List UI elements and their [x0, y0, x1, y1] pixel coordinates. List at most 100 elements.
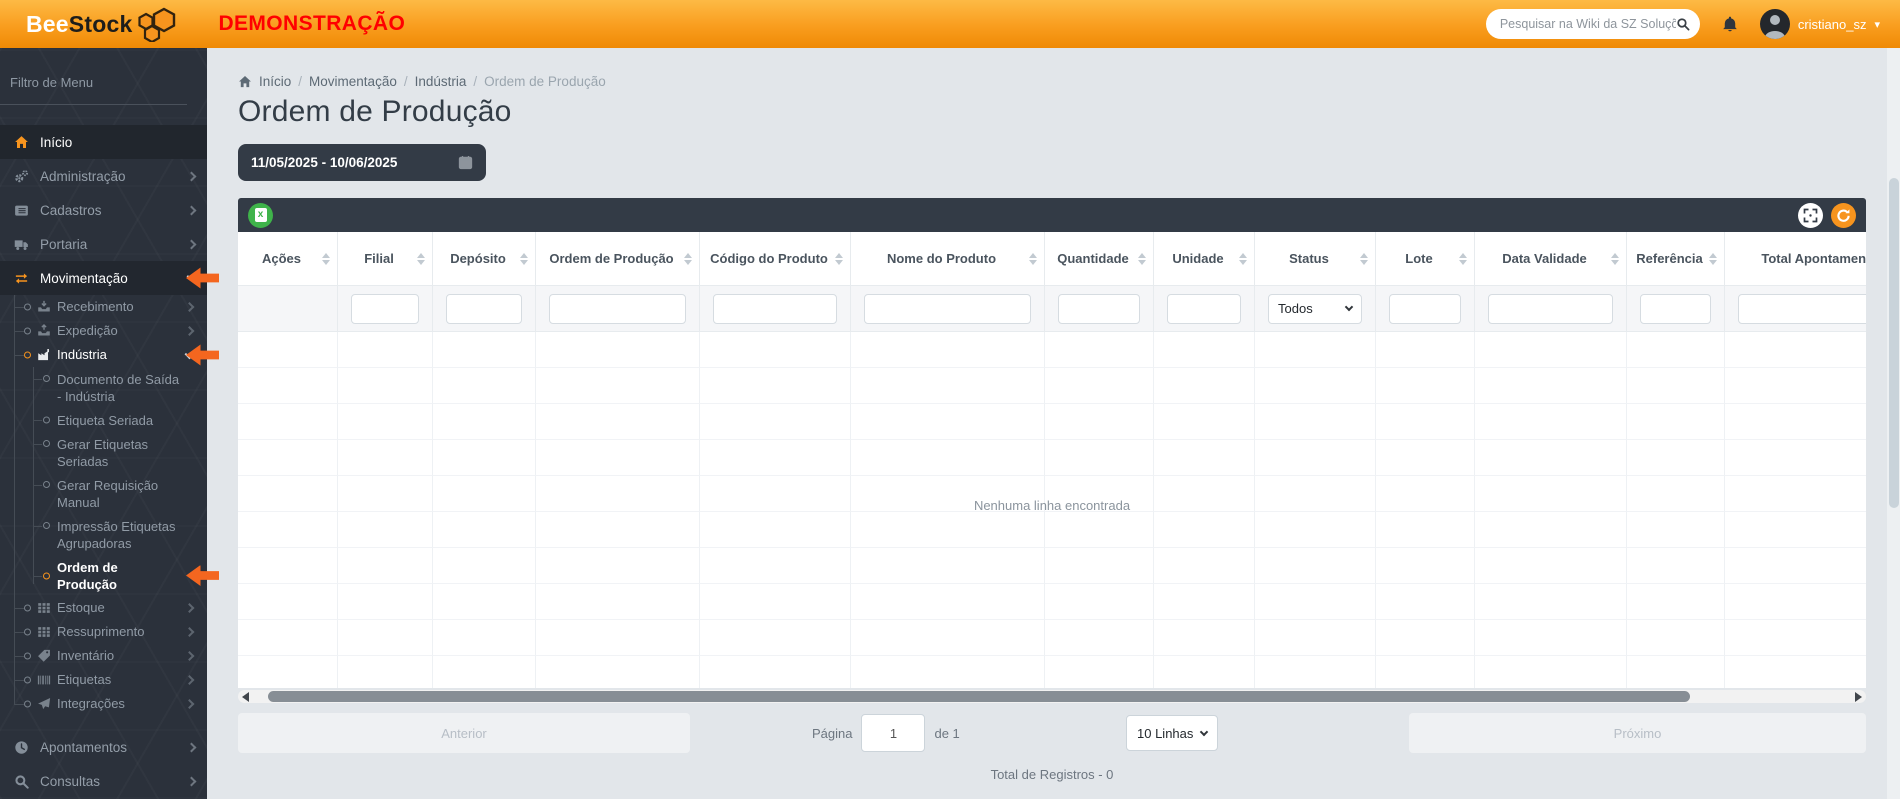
sidebar-item-portaria[interactable]: Portaria [0, 227, 207, 261]
horizontal-scrollbar[interactable] [238, 690, 1866, 703]
notifications-bell-icon[interactable] [1720, 14, 1740, 34]
empty-cell [1045, 620, 1154, 656]
breadcrumb-inicio[interactable]: Início [259, 74, 291, 89]
sidebar-item-etiqueta-seriada[interactable]: Etiqueta Seriada [0, 408, 207, 432]
column-header-status[interactable]: Status [1255, 232, 1376, 286]
column-header-deposito[interactable]: Depósito [433, 232, 536, 286]
filter-input-unidade[interactable] [1167, 293, 1241, 324]
search-icon[interactable] [1676, 17, 1690, 31]
beestock-logo[interactable]: Bee Stock [26, 6, 178, 42]
empty-cell [1154, 512, 1255, 548]
horizontal-scrollbar-thumb[interactable] [268, 691, 1690, 702]
sort-icon[interactable] [1459, 252, 1467, 265]
sort-icon[interactable] [1360, 252, 1368, 265]
sidebar-item-recebimento[interactable]: Recebimento [0, 295, 207, 319]
sidebar-item-consultas[interactable]: Consultas [0, 764, 207, 798]
empty-cell [1045, 476, 1154, 512]
sort-icon[interactable] [1138, 252, 1146, 265]
column-header-unidade[interactable]: Unidade [1154, 232, 1255, 286]
sidebar-item-label: Gerar Requisição Manual [57, 477, 159, 510]
column-header-acoes[interactable]: Ações [238, 232, 338, 286]
sidebar-item-ressuprimento[interactable]: Ressuprimento [0, 620, 207, 644]
sidebar-item-estoque[interactable]: Estoque [0, 596, 207, 620]
sort-icon[interactable] [417, 252, 425, 265]
sort-icon[interactable] [1029, 252, 1037, 265]
table-row [238, 332, 1866, 368]
sidebar-item-movimentacao[interactable]: Movimentação [0, 261, 219, 295]
filter-input-referencia[interactable] [1640, 293, 1711, 324]
sidebar-item-impressao-etiquetas-agrupadoras[interactable]: Impressão Etiquetas Agrupadoras [0, 514, 207, 555]
column-header-filial[interactable]: Filial [338, 232, 433, 286]
empty-cell [1154, 584, 1255, 620]
sidebar-item-etiquetas[interactable]: Etiquetas [0, 668, 207, 692]
bullet-icon [24, 700, 31, 708]
fullscreen-button[interactable] [1798, 202, 1823, 228]
column-header-data-validade[interactable]: Data Validade [1475, 232, 1627, 286]
scroll-right-arrow-icon[interactable] [1855, 691, 1862, 702]
empty-cell [1376, 368, 1475, 404]
empty-cell [238, 548, 338, 584]
column-header-ordem-de-producao[interactable]: Ordem de Produção [536, 232, 700, 286]
empty-cell [238, 404, 338, 440]
filter-input-filial[interactable] [351, 293, 419, 324]
filter-input-deposito[interactable] [446, 293, 522, 324]
filter-input-data-validade[interactable] [1488, 293, 1613, 324]
sidebar-item-administracao[interactable]: Administração [0, 159, 207, 193]
sort-icon[interactable] [1709, 252, 1717, 265]
wiki-search-box[interactable] [1485, 9, 1700, 39]
sort-icon[interactable] [835, 252, 843, 265]
refresh-button[interactable] [1831, 202, 1856, 228]
empty-cell [851, 584, 1045, 620]
sidebar-item-cadastros[interactable]: Cadastros [0, 193, 207, 227]
sidebar-item-gerar-etiquetas-seriadas[interactable]: Gerar Etiquetas Seriadas [0, 432, 207, 473]
chevron-right-icon [184, 302, 195, 312]
breadcrumb-movimentacao[interactable]: Movimentação [309, 74, 397, 89]
sort-icon[interactable] [1239, 252, 1247, 265]
column-header-nome-do-produto[interactable]: Nome do Produto [851, 232, 1045, 286]
wiki-search-input[interactable] [1499, 17, 1676, 31]
sidebar-item-inicio[interactable]: Início [0, 125, 207, 159]
sidebar-item-industria[interactable]: Indústria [0, 343, 219, 367]
sort-icon[interactable] [684, 252, 692, 265]
breadcrumb-industria[interactable]: Indústria [415, 74, 467, 89]
sort-icon[interactable] [322, 252, 330, 265]
status-filter-select[interactable]: Todos [1268, 293, 1362, 324]
sort-icon[interactable] [1611, 252, 1619, 265]
next-page-button[interactable]: Próximo [1409, 713, 1866, 753]
filter-input-codigo-do-produto[interactable] [713, 293, 837, 324]
sidebar-item-gerar-requisicao-manual[interactable]: Gerar Requisição Manual [0, 473, 207, 514]
sidebar-item-label: Etiqueta Seriada [57, 412, 154, 428]
filter-input-nome-do-produto[interactable] [864, 293, 1031, 324]
filter-input-ordem-de-producao[interactable] [549, 293, 686, 324]
empty-cell [1627, 620, 1725, 656]
user-menu[interactable]: cristiano_sz ▾ [1759, 9, 1880, 39]
vertical-scrollbar[interactable] [1887, 48, 1900, 799]
filter-input-total-apontamentos[interactable] [1738, 293, 1866, 324]
page-number-input[interactable] [861, 714, 926, 752]
sidebar-item-apontamentos[interactable]: Apontamentos [0, 730, 207, 764]
vertical-scrollbar-thumb[interactable] [1888, 178, 1899, 508]
column-header-total-apontamentos[interactable]: Total Apontamentos [1725, 232, 1866, 286]
sort-icon[interactable] [520, 252, 528, 265]
sidebar-item-ordem-de-producao[interactable]: Ordem de Produção [0, 555, 219, 596]
column-header-quantidade[interactable]: Quantidade [1045, 232, 1154, 286]
empty-cell [1376, 512, 1475, 548]
date-range-picker[interactable]: 11/05/2025 - 10/06/2025 [238, 144, 486, 181]
empty-cell [338, 620, 433, 656]
sidebar-item-integracoes[interactable]: Integrações [0, 692, 207, 716]
column-header-lote[interactable]: Lote [1376, 232, 1475, 286]
menu-filter-input[interactable] [10, 75, 193, 90]
rows-per-page-select[interactable]: 10 Linhas [1126, 715, 1218, 751]
empty-cell [433, 368, 536, 404]
sidebar-item-documento-saida-industria[interactable]: Documento de Saída - Indústria [0, 367, 207, 408]
export-excel-button[interactable]: x [248, 202, 273, 228]
column-header-codigo-do-produto[interactable]: Código do Produto [700, 232, 851, 286]
filter-input-lote[interactable] [1389, 293, 1461, 324]
empty-cell [851, 656, 1045, 688]
filter-input-quantidade[interactable] [1058, 293, 1140, 324]
scroll-left-arrow-icon[interactable] [242, 691, 249, 702]
sidebar-item-expedicao[interactable]: Expedição [0, 319, 207, 343]
column-header-referencia[interactable]: Referência [1627, 232, 1725, 286]
sidebar-item-inventario[interactable]: Inventário [0, 644, 207, 668]
previous-page-button[interactable]: Anterior [238, 713, 690, 753]
